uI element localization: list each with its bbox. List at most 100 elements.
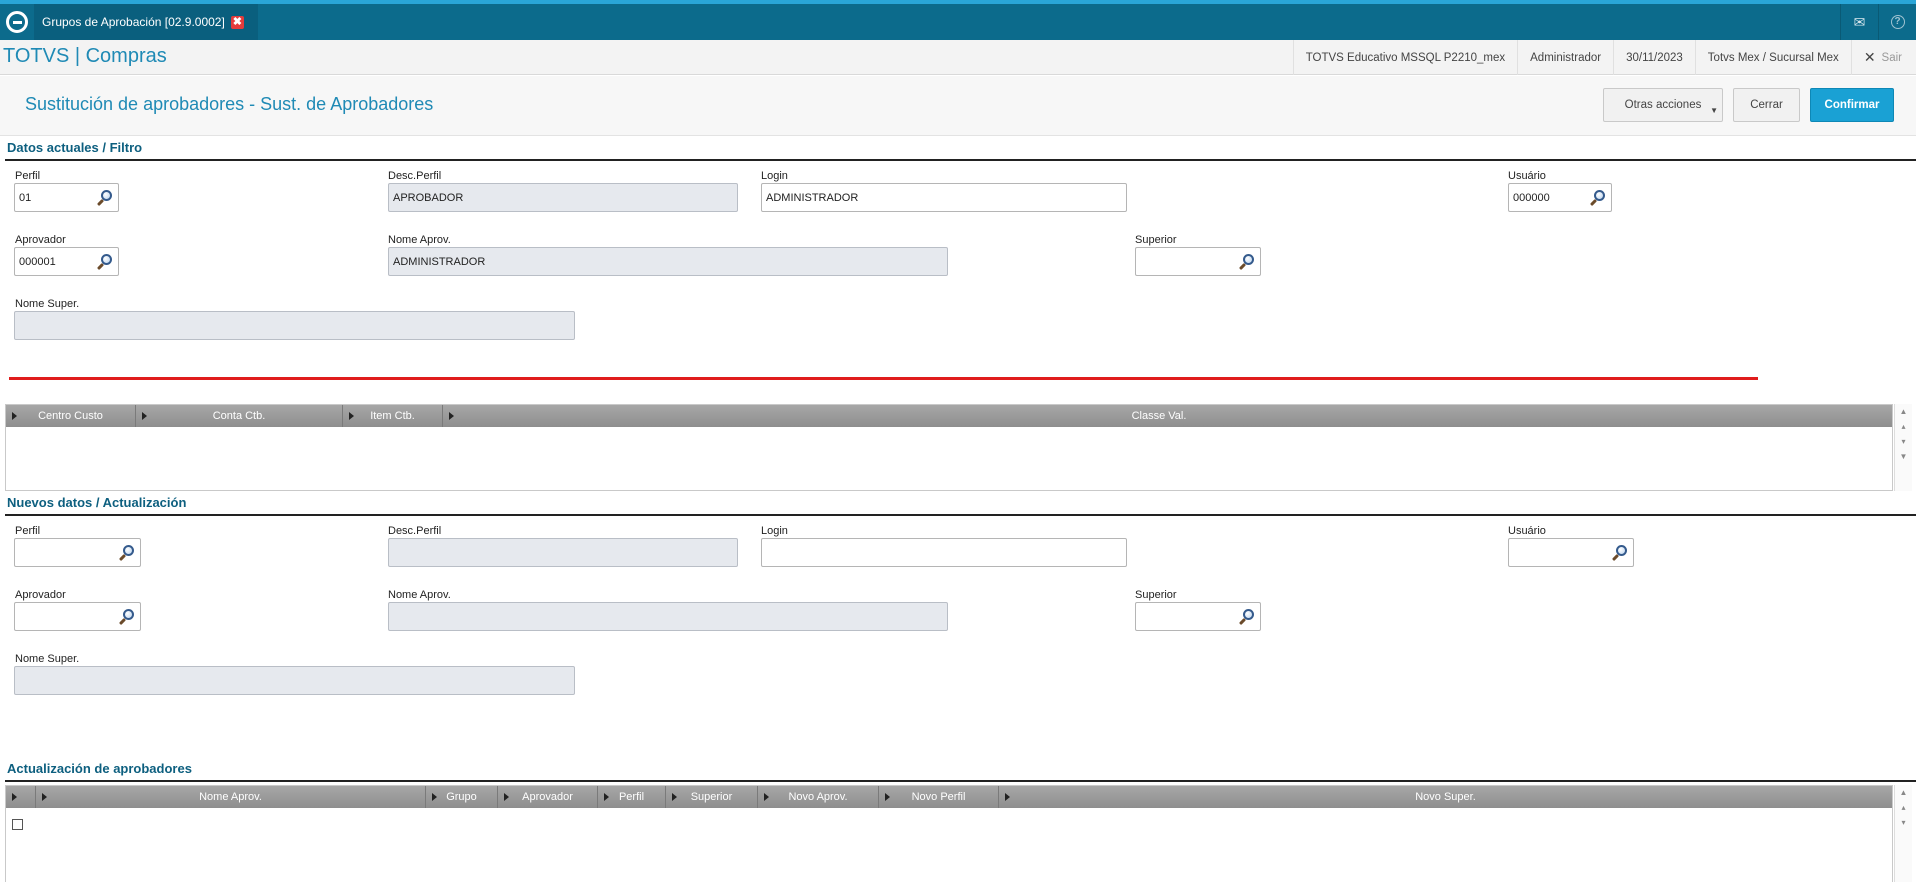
app-header: TOTVS | Compras TOTVS Educativo MSSQL P2… bbox=[0, 40, 1916, 75]
scroll-top-icon: ▲ bbox=[1899, 788, 1908, 797]
user-label: Administrador bbox=[1517, 40, 1613, 75]
new-usuario-field[interactable] bbox=[1508, 538, 1634, 567]
new-usuario-label: Usuário bbox=[1508, 525, 1546, 537]
logout-button[interactable]: ✕ Sair bbox=[1850, 40, 1916, 75]
row-select-checkbox[interactable] bbox=[12, 819, 23, 830]
section-divider bbox=[5, 780, 1916, 782]
update-grid-scrollbar[interactable]: ▲ ▴ ▾ bbox=[1894, 785, 1912, 882]
new-aprovador-label: Aprovador bbox=[15, 589, 66, 601]
new-superior-label: Superior bbox=[1135, 589, 1177, 601]
window-tab-title: Grupos de Aprobación [02.9.0002] bbox=[42, 15, 225, 29]
new-desc-perfil-field bbox=[388, 538, 738, 567]
chevron-down-icon: ▼ bbox=[1710, 106, 1718, 115]
new-aprovador-field[interactable] bbox=[14, 602, 141, 631]
new-nome-super-field bbox=[14, 666, 575, 695]
new-login-field[interactable] bbox=[761, 538, 1127, 567]
search-icon[interactable] bbox=[1238, 607, 1258, 627]
nome-aprov-field: ADMINISTRADOR bbox=[388, 247, 948, 276]
perfil-value: 01 bbox=[19, 191, 32, 204]
login-field[interactable]: ADMINISTRADOR bbox=[761, 183, 1127, 212]
confirm-button[interactable]: Confirmar bbox=[1810, 88, 1894, 122]
window-tab[interactable]: Grupos de Aprobación [02.9.0002] ✖ bbox=[34, 4, 258, 40]
close-tab-icon[interactable]: ✖ bbox=[230, 15, 244, 29]
nome-aprov-value: ADMINISTRADOR bbox=[393, 255, 486, 268]
search-icon[interactable] bbox=[118, 607, 138, 627]
desc-perfil-field: APROBADOR bbox=[388, 183, 738, 212]
aprovador-value: 000001 bbox=[19, 255, 56, 268]
column-header[interactable]: Novo Aprov. bbox=[758, 786, 879, 808]
scroll-up-icon: ▴ bbox=[1901, 422, 1906, 431]
usuario-value: 000000 bbox=[1513, 191, 1550, 204]
login-value: ADMINISTRADOR bbox=[766, 191, 859, 204]
new-nome-aprov-label: Nome Aprov. bbox=[388, 589, 451, 601]
section-divider bbox=[5, 514, 1916, 516]
superior-field[interactable] bbox=[1135, 247, 1261, 276]
scroll-up-icon: ▴ bbox=[1901, 803, 1906, 812]
update-grid[interactable]: Nome Aprov. Grupo Aprovador Perfil Super… bbox=[5, 785, 1893, 882]
search-icon[interactable] bbox=[1238, 252, 1258, 272]
column-header[interactable]: Aprovador bbox=[498, 786, 598, 808]
nome-super-field bbox=[14, 311, 575, 340]
app-title: TOTVS | Compras bbox=[3, 45, 167, 67]
search-icon[interactable] bbox=[118, 543, 138, 563]
scroll-down-icon: ▾ bbox=[1901, 818, 1906, 827]
scroll-top-icon: ▲ bbox=[1899, 407, 1908, 416]
column-header[interactable]: Novo Super. bbox=[999, 786, 1892, 808]
column-header[interactable]: Perfil bbox=[598, 786, 666, 808]
new-perfil-field[interactable] bbox=[14, 538, 141, 567]
filter-grid-header: Centro Custo Conta Ctb. Item Ctb. Classe… bbox=[6, 405, 1892, 427]
section-title-new: Nuevos datos / Actualización bbox=[7, 495, 187, 510]
new-nome-aprov-field bbox=[388, 602, 948, 631]
close-icon: ✕ bbox=[1863, 49, 1876, 65]
new-desc-perfil-label: Desc.Perfil bbox=[388, 525, 442, 537]
aprovador-field[interactable]: 000001 bbox=[14, 247, 119, 276]
aprovador-label: Aprovador bbox=[15, 234, 66, 246]
usuario-field[interactable]: 000000 bbox=[1508, 183, 1612, 212]
scroll-bottom-icon: ▼ bbox=[1899, 452, 1908, 461]
search-icon[interactable] bbox=[1589, 188, 1609, 208]
section-divider bbox=[5, 159, 1916, 161]
section-title-current: Datos actuales / Filtro bbox=[7, 140, 143, 155]
close-button[interactable]: Cerrar bbox=[1733, 88, 1800, 122]
page-header: Sustitución de aprobadores - Sust. de Ap… bbox=[0, 76, 1916, 136]
superior-label: Superior bbox=[1135, 234, 1177, 246]
desc-perfil-label: Desc.Perfil bbox=[388, 170, 442, 182]
column-header[interactable]: Item Ctb. bbox=[343, 405, 443, 427]
red-separator bbox=[9, 377, 1758, 380]
new-nome-super-label: Nome Super. bbox=[15, 653, 80, 665]
column-header[interactable]: Classe Val. bbox=[443, 405, 1875, 427]
nome-super-label: Nome Super. bbox=[15, 298, 80, 310]
new-login-label: Login bbox=[761, 525, 788, 537]
login-label: Login bbox=[761, 170, 788, 182]
column-header[interactable]: Novo Perfil bbox=[879, 786, 999, 808]
new-perfil-label: Perfil bbox=[15, 525, 41, 537]
usuario-label: Usuário bbox=[1508, 170, 1546, 182]
search-icon[interactable] bbox=[96, 252, 116, 272]
column-header[interactable]: Centro Custo bbox=[6, 405, 136, 427]
perfil-label: Perfil bbox=[15, 170, 41, 182]
column-header[interactable]: Conta Ctb. bbox=[136, 405, 343, 427]
column-header[interactable]: Nome Aprov. bbox=[36, 786, 426, 808]
mail-icon[interactable]: ✉ bbox=[1840, 4, 1878, 40]
section-title-update: Actualización de aprobadores bbox=[7, 761, 192, 776]
filter-grid-scrollbar[interactable]: ▲ ▴ ▾ ▼ bbox=[1894, 404, 1912, 491]
column-header[interactable]: Grupo bbox=[426, 786, 498, 808]
search-icon[interactable] bbox=[1611, 543, 1631, 563]
column-header[interactable] bbox=[6, 786, 36, 808]
other-actions-label: Otras acciones bbox=[1624, 99, 1702, 111]
environment-label: TOTVS Educativo MSSQL P2210_mex bbox=[1292, 40, 1517, 75]
other-actions-button[interactable]: Otras acciones ▼ bbox=[1603, 88, 1723, 122]
branch-label: Totvs Mex / Sucursal Mex bbox=[1694, 40, 1851, 75]
column-header[interactable]: Superior bbox=[666, 786, 758, 808]
totvs-logo-icon[interactable] bbox=[0, 4, 33, 40]
page-title: Sustitución de aprobadores - Sust. de Ap… bbox=[25, 94, 434, 114]
filter-grid[interactable]: Centro Custo Conta Ctb. Item Ctb. Classe… bbox=[5, 404, 1893, 491]
nome-aprov-label: Nome Aprov. bbox=[388, 234, 451, 246]
perfil-field[interactable]: 01 bbox=[14, 183, 119, 212]
search-icon[interactable] bbox=[96, 188, 116, 208]
help-icon[interactable]: ? bbox=[1878, 4, 1916, 40]
logout-label: Sair bbox=[1881, 51, 1902, 64]
new-superior-field[interactable] bbox=[1135, 602, 1261, 631]
top-bar: Grupos de Aprobación [02.9.0002] ✖ ✉ ? bbox=[0, 0, 1916, 40]
date-label: 30/11/2023 bbox=[1613, 40, 1695, 75]
